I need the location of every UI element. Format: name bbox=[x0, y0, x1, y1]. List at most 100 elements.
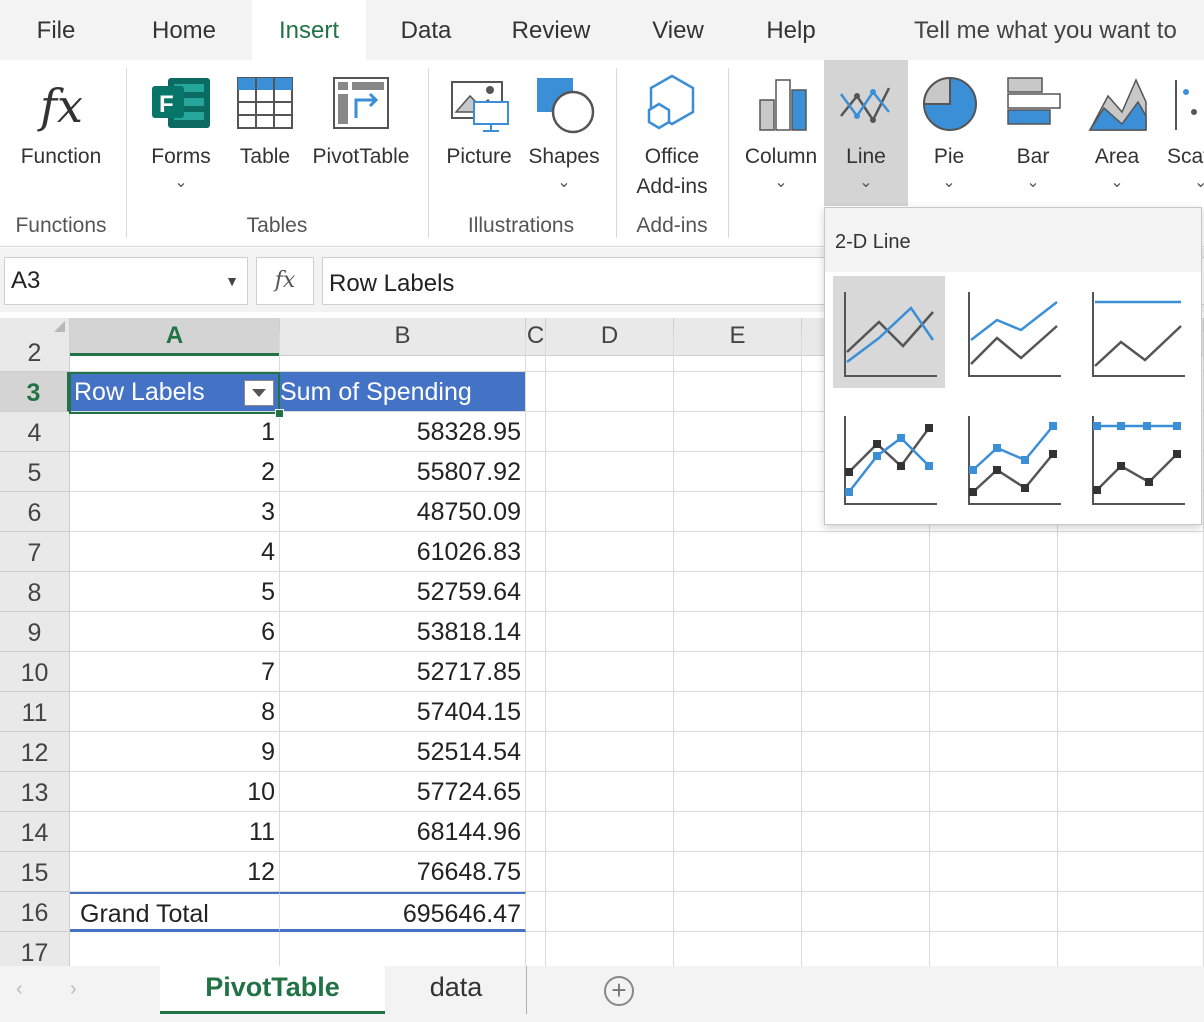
cell[interactable] bbox=[802, 732, 930, 772]
row-header-16[interactable]: 16 bbox=[0, 892, 70, 932]
cell[interactable] bbox=[526, 692, 546, 732]
line-with-markers-chart-option[interactable] bbox=[833, 404, 945, 516]
pivot-row-label[interactable]: 12 bbox=[70, 852, 280, 892]
cell[interactable] bbox=[802, 612, 930, 652]
pivot-row-label[interactable]: 8 bbox=[70, 692, 280, 732]
pivot-row-label[interactable]: 6 bbox=[70, 612, 280, 652]
cell[interactable] bbox=[546, 332, 674, 372]
cell[interactable] bbox=[674, 612, 802, 652]
cell[interactable] bbox=[802, 652, 930, 692]
cell[interactable] bbox=[526, 372, 546, 412]
pivot-row-value[interactable]: 52514.54 bbox=[280, 732, 526, 772]
cell[interactable] bbox=[70, 332, 280, 372]
cell[interactable] bbox=[280, 932, 526, 966]
cell[interactable] bbox=[930, 652, 1058, 692]
row-header-12[interactable]: 12 bbox=[0, 732, 70, 772]
tab-help[interactable]: Help bbox=[750, 0, 832, 60]
tab-view[interactable]: View bbox=[634, 0, 722, 60]
cell[interactable] bbox=[1058, 852, 1204, 892]
cell[interactable] bbox=[1058, 612, 1204, 652]
bar-chart-button[interactable]: Bar ⌄ bbox=[996, 60, 1070, 200]
cell[interactable] bbox=[674, 332, 802, 372]
cell[interactable] bbox=[546, 532, 674, 572]
cell[interactable] bbox=[930, 692, 1058, 732]
cell[interactable] bbox=[674, 772, 802, 812]
forms-button[interactable]: F Forms ⌄ bbox=[140, 60, 222, 200]
stacked-line-chart-option[interactable] bbox=[957, 276, 1069, 388]
cell[interactable] bbox=[546, 652, 674, 692]
name-box[interactable]: A3 ▼ bbox=[4, 257, 248, 305]
cell[interactable] bbox=[930, 732, 1058, 772]
picture-button[interactable]: Picture bbox=[440, 60, 518, 200]
cell[interactable] bbox=[674, 532, 802, 572]
pivot-row-value[interactable]: 53818.14 bbox=[280, 612, 526, 652]
row-header-15[interactable]: 15 bbox=[0, 852, 70, 892]
pivot-row-value[interactable]: 57404.15 bbox=[280, 692, 526, 732]
cell[interactable] bbox=[930, 772, 1058, 812]
cell[interactable] bbox=[930, 932, 1058, 966]
cell[interactable] bbox=[802, 812, 930, 852]
cell[interactable] bbox=[526, 572, 546, 612]
row-header-17[interactable]: 17 bbox=[0, 932, 70, 966]
cell[interactable] bbox=[546, 612, 674, 652]
cell[interactable] bbox=[526, 812, 546, 852]
pivottable-button[interactable]: PivotTable bbox=[306, 60, 416, 200]
cell[interactable] bbox=[546, 892, 674, 932]
sheet-tab-pivottable[interactable]: PivotTable bbox=[160, 966, 385, 1014]
cell[interactable] bbox=[1058, 732, 1204, 772]
100-stacked-line-with-markers-chart-option[interactable] bbox=[1081, 404, 1193, 516]
cell[interactable] bbox=[674, 812, 802, 852]
tell-me-search[interactable]: Tell me what you want to bbox=[914, 0, 1177, 60]
cell[interactable] bbox=[674, 932, 802, 966]
pivot-row-value[interactable]: 76648.75 bbox=[280, 852, 526, 892]
cell[interactable] bbox=[1058, 572, 1204, 612]
pivot-row-value[interactable]: 48750.09 bbox=[280, 492, 526, 532]
pivot-row-label[interactable]: 10 bbox=[70, 772, 280, 812]
cell[interactable] bbox=[70, 932, 280, 966]
cell[interactable] bbox=[546, 932, 674, 966]
scroll-left-icon[interactable]: ‹ bbox=[16, 978, 23, 1001]
cell[interactable] bbox=[674, 652, 802, 692]
stacked-line-with-markers-chart-option[interactable] bbox=[957, 404, 1069, 516]
cell[interactable] bbox=[526, 332, 546, 372]
cell[interactable] bbox=[526, 452, 546, 492]
cell[interactable] bbox=[546, 372, 674, 412]
cell[interactable] bbox=[1058, 692, 1204, 732]
cell[interactable] bbox=[674, 412, 802, 452]
cell[interactable] bbox=[674, 372, 802, 412]
cell[interactable] bbox=[526, 732, 546, 772]
row-header-5[interactable]: 5 bbox=[0, 452, 70, 492]
office-addins-button[interactable]: Office Add-ins bbox=[626, 60, 718, 210]
cell[interactable] bbox=[802, 772, 930, 812]
cell[interactable] bbox=[1058, 932, 1204, 966]
table-button[interactable]: Table bbox=[230, 60, 300, 200]
row-header-10[interactable]: 10 bbox=[0, 652, 70, 692]
pivot-row-value[interactable]: 52717.85 bbox=[280, 652, 526, 692]
pie-chart-button[interactable]: Pie ⌄ bbox=[912, 60, 986, 200]
cell[interactable] bbox=[930, 852, 1058, 892]
cell[interactable] bbox=[546, 812, 674, 852]
cell[interactable] bbox=[930, 812, 1058, 852]
pivot-row-value[interactable]: 52759.64 bbox=[280, 572, 526, 612]
row-header-7[interactable]: 7 bbox=[0, 532, 70, 572]
cell[interactable] bbox=[526, 652, 546, 692]
scroll-right-icon[interactable]: › bbox=[70, 978, 77, 1001]
tab-file[interactable]: File bbox=[18, 0, 94, 60]
sheet-tab-data[interactable]: data bbox=[386, 966, 527, 1014]
cell[interactable] bbox=[1058, 772, 1204, 812]
pivot-row-value[interactable]: 57724.65 bbox=[280, 772, 526, 812]
area-chart-button[interactable]: Area ⌄ bbox=[1080, 60, 1154, 200]
cell[interactable] bbox=[526, 412, 546, 452]
pivot-row-label[interactable]: 4 bbox=[70, 532, 280, 572]
cell[interactable] bbox=[546, 772, 674, 812]
cell[interactable] bbox=[1058, 812, 1204, 852]
cell[interactable] bbox=[802, 692, 930, 732]
cell[interactable] bbox=[546, 452, 674, 492]
pivot-row-label[interactable]: 7 bbox=[70, 652, 280, 692]
cell[interactable] bbox=[546, 572, 674, 612]
pivot-row-label[interactable]: 9 bbox=[70, 732, 280, 772]
line-chart-button[interactable]: Line ⌄ bbox=[824, 60, 908, 206]
tab-data[interactable]: Data bbox=[384, 0, 468, 60]
chevron-down-icon[interactable]: ▼ bbox=[219, 258, 239, 304]
cell[interactable] bbox=[526, 892, 546, 932]
